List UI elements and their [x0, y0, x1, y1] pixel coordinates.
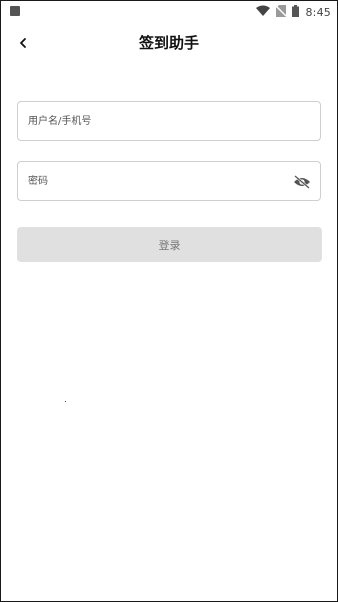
password-field[interactable] [17, 161, 321, 201]
wifi-icon [256, 5, 271, 19]
page-title: 签到助手 [138, 34, 199, 52]
battery-icon [292, 4, 300, 20]
status-bar: 8:45 [1, 1, 337, 23]
username-field[interactable] [17, 101, 321, 141]
notification-square-icon [10, 6, 20, 16]
status-time: 8:45 [305, 5, 331, 19]
password-input[interactable] [28, 162, 288, 200]
password-visibility-toggle[interactable] [292, 172, 312, 192]
status-icons: 8:45 [256, 4, 331, 20]
login-button[interactable]: 登录 [17, 227, 322, 262]
app-bar: 签到助手 [1, 23, 337, 63]
no-sim-icon [275, 4, 287, 20]
stray-dot [65, 401, 66, 402]
eye-off-icon [294, 175, 310, 189]
username-input[interactable] [28, 102, 288, 140]
